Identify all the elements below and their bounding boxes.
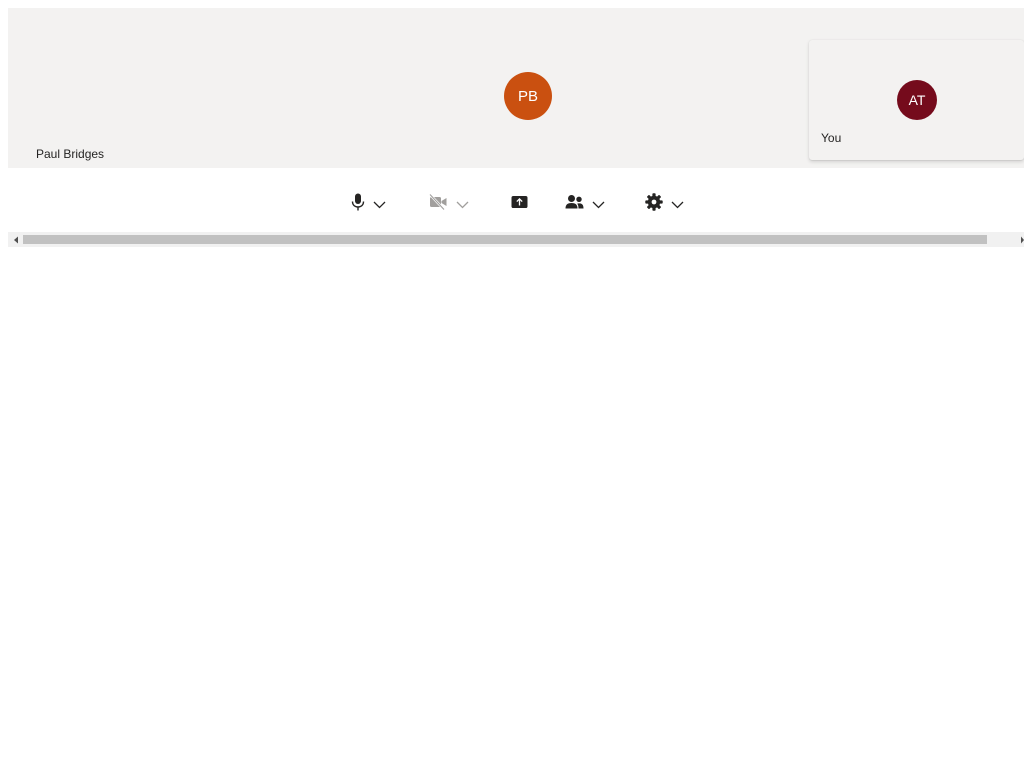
people-button[interactable] (565, 184, 605, 220)
camera-button[interactable] (429, 184, 469, 220)
local-participant-avatar: AT (897, 80, 937, 120)
gear-icon (645, 193, 663, 211)
people-options-chevron-down-icon[interactable] (592, 201, 605, 209)
scroll-left-arrow-icon[interactable] (8, 232, 23, 247)
scrollbar-thumb[interactable] (23, 235, 987, 244)
local-participant-initials: AT (908, 92, 926, 108)
share-screen-icon (511, 195, 528, 210)
share-screen-button[interactable] (511, 184, 528, 220)
microphone-options-chevron-down-icon[interactable] (373, 201, 386, 209)
remote-participant-name: Paul Bridges (36, 147, 105, 161)
microphone-icon (351, 193, 365, 211)
horizontal-scrollbar[interactable] (8, 232, 1024, 247)
local-participant-name: You (821, 131, 842, 145)
settings-button[interactable] (645, 184, 684, 220)
local-participant-tile[interactable]: AT You (809, 40, 1024, 160)
settings-options-chevron-down-icon[interactable] (671, 201, 684, 209)
microphone-button[interactable] (351, 184, 386, 220)
camera-off-icon (429, 194, 448, 210)
people-icon (565, 194, 584, 210)
camera-options-chevron-down-icon[interactable] (456, 201, 469, 209)
remote-participant-avatar: PB (504, 72, 552, 120)
call-control-bar (0, 184, 1024, 220)
remote-participant-initials: PB (517, 87, 538, 105)
